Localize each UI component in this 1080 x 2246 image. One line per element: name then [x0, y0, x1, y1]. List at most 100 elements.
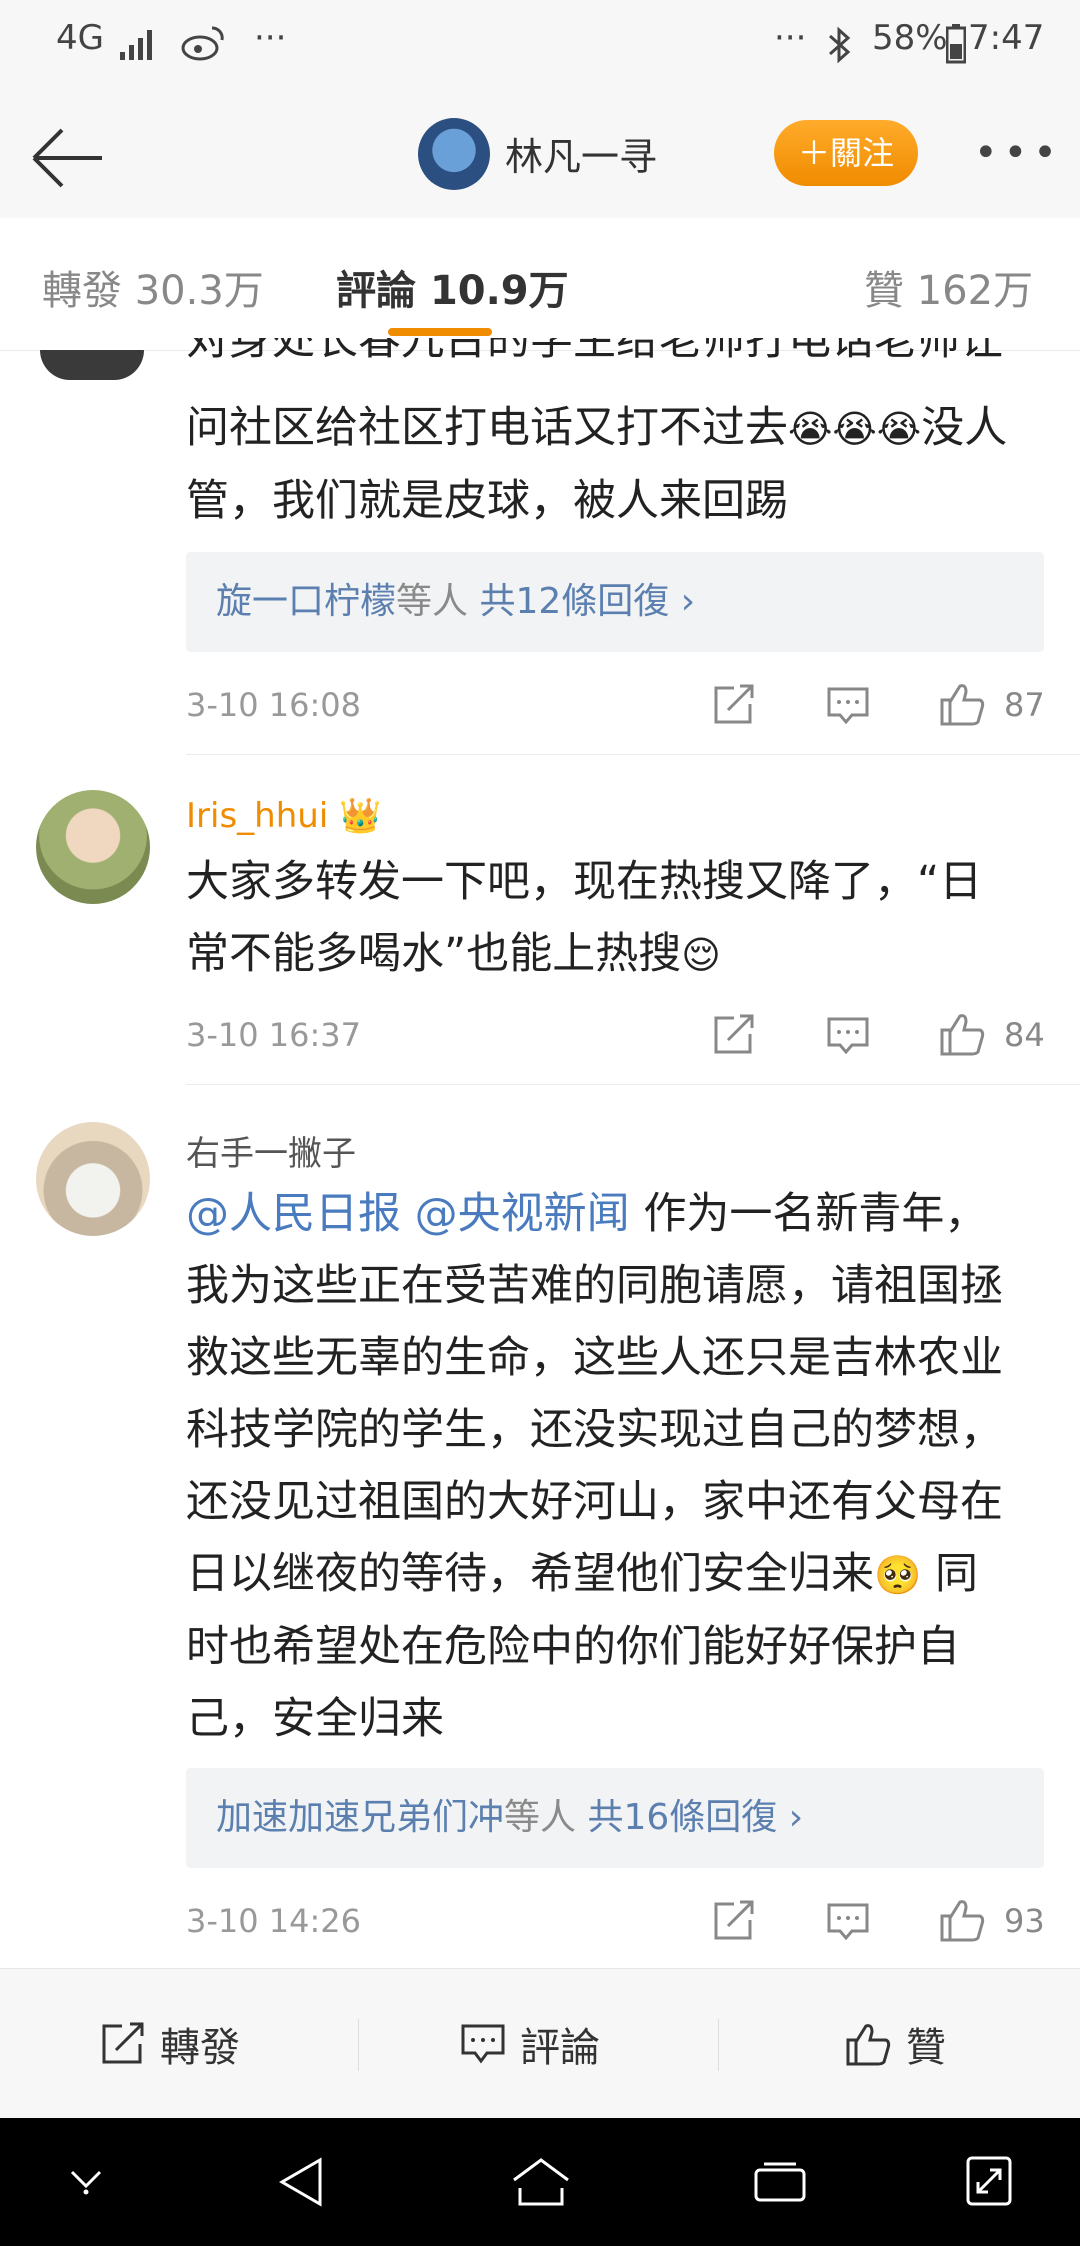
tab-likes[interactable]: 贊 162万: [864, 258, 1033, 316]
timestamp: 3-10 16:08: [186, 686, 362, 724]
tab-repost[interactable]: 轉發 30.3万: [42, 258, 264, 316]
author-name[interactable]: 林凡一寻: [505, 126, 657, 181]
repost-label: 轉發: [160, 2025, 240, 2071]
comment-line: 时也希望处在危险中的你们能好好保护自: [186, 1622, 960, 1672]
comment-button[interactable]: 評論: [460, 2015, 600, 2073]
tab-repost-count: 30.3万: [134, 268, 264, 314]
status-more-left: ···: [254, 18, 287, 58]
comment-1-text: 问社区给社区打电话又打不过去😭😭😭没人 管，我们就是皮球，被人来回踢: [186, 392, 1046, 537]
username[interactable]: 右手一撇子: [186, 1126, 356, 1175]
comment-line: 管，我们就是皮球，被人来回踢: [186, 476, 788, 526]
comment-line: 救这些无辜的生命，这些人还只是吉林农业: [186, 1333, 1003, 1383]
network-indicator: 4G: [56, 18, 104, 58]
like-button[interactable]: 贊: [844, 2015, 946, 2073]
tab-comments-label: 評論: [336, 268, 416, 314]
tab-comments-count: 10.9万: [429, 268, 569, 314]
reply-names: 旋一口柠檬: [216, 581, 397, 622]
comment-1-cut: 对身处长春九台的学生给老师打电话老师让: [186, 338, 1046, 376]
comment-line-part: 作为一名新青年，: [629, 1189, 988, 1239]
bluetooth-icon: [829, 26, 851, 64]
comment-2-text: 大家多转发一下吧，现在热搜又降了，“日 常不能多喝水”也能上热搜😌: [186, 846, 1046, 991]
back-arrow-icon[interactable]: [26, 118, 106, 198]
comment-line: 常不能多喝水”也能上热搜😌: [186, 918, 1046, 991]
worried-emoji-icon: 🥺: [874, 1553, 922, 1597]
comment-icon[interactable]: [826, 686, 870, 726]
comment-icon[interactable]: [826, 1902, 870, 1942]
back-triangle-icon[interactable]: [276, 2156, 326, 2208]
signal-icon: [120, 30, 152, 60]
divider: [186, 1084, 1080, 1085]
comment-icon[interactable]: [826, 1016, 870, 1056]
like-count: 87: [1004, 686, 1045, 724]
comment-line-part: 没人: [921, 403, 1008, 453]
active-tab-indicator: [388, 328, 492, 336]
clock: 7:47: [968, 18, 1045, 58]
crying-emoji-icon: 😭😭😭: [788, 407, 922, 451]
comment-2-author[interactable]: Iris_hhui 👑: [186, 796, 381, 836]
divider: [358, 2019, 359, 2071]
mention-link[interactable]: @人民日报: [186, 1189, 401, 1239]
comment-icon: [461, 2024, 505, 2064]
system-nav-bar: [0, 2118, 1080, 2246]
like-count: 93: [1004, 1902, 1045, 1940]
smirk-emoji-icon: 😌: [681, 933, 721, 977]
author-avatar[interactable]: [418, 118, 490, 190]
comment-line: 还没见过祖国的大好河山，家中还有父母在: [186, 1477, 1003, 1527]
status-bar: 4G ··· ··· 58% 7:47: [0, 0, 1080, 92]
divider: [186, 754, 1080, 755]
comment-line: 己，安全归来: [186, 1694, 444, 1744]
bottom-action-bar: 轉發 評論 贊: [0, 1968, 1080, 2119]
avatar[interactable]: [40, 350, 144, 380]
tab-repost-label: 轉發: [42, 268, 122, 314]
hide-keyboard-icon[interactable]: [66, 2166, 106, 2196]
comment-line: 大家多转发一下吧，现在热搜又降了，“日: [186, 857, 983, 907]
weibo-icon: [181, 26, 224, 61]
expand-icon[interactable]: [964, 2154, 1014, 2208]
replies-box[interactable]: 加速加速兄弟们冲等人 共16條回復 ›: [186, 1768, 1044, 1868]
replies-box[interactable]: 旋一口柠檬等人 共12條回復 ›: [186, 552, 1044, 652]
battery-percent: 58%: [872, 18, 948, 58]
timestamp: 3-10 14:26: [186, 1902, 362, 1940]
repost-icon[interactable]: [712, 684, 756, 726]
tab-likes-count: 162万: [916, 268, 1034, 314]
tab-bar: 轉發 30.3万 評論 10.9万 贊 162万: [0, 218, 1080, 351]
tab-likes-label: 贊: [864, 268, 904, 314]
comment-1-cut-line: 对身处长春九台的学生给老师打电话老师让: [186, 338, 1003, 365]
like-label: 贊: [906, 2025, 946, 2071]
top-header: 林凡一寻 ＋關注 •••: [0, 92, 1080, 219]
crown-badge-icon: 👑: [339, 796, 382, 836]
repost-icon[interactable]: [712, 1900, 756, 1942]
reply-count: 共12條回復 ›: [479, 581, 696, 622]
like-count: 84: [1004, 1016, 1045, 1054]
mention-link[interactable]: @央视新闻: [415, 1189, 630, 1239]
comment-line: @人民日报 @央视新闻 作为一名新青年，: [186, 1178, 1046, 1250]
tab-comments[interactable]: 評論 10.9万: [336, 258, 569, 316]
timestamp: 3-10 16:37: [186, 1016, 362, 1054]
divider: [718, 2019, 719, 2071]
comment-line: 科技学院的学生，还没实现过自己的梦想，: [186, 1405, 1003, 1455]
like-icon: [846, 2024, 891, 2066]
avatar[interactable]: [36, 790, 150, 904]
comment-line: 问社区给社区打电话又打不过去😭😭😭没人: [186, 392, 1046, 465]
avatar[interactable]: [36, 1122, 150, 1236]
reply-count: 共16條回復 ›: [587, 1797, 804, 1838]
like-icon[interactable]: [938, 1010, 986, 1058]
home-icon[interactable]: [510, 2156, 572, 2208]
like-icon[interactable]: [938, 680, 986, 728]
like-icon[interactable]: [938, 1896, 986, 1944]
comment-3-text: @人民日报 @央视新闻 作为一名新青年， 我为这些正在受苦难的同胞请愿，请祖国拯…: [186, 1178, 1046, 1755]
repost-icon[interactable]: [712, 1014, 756, 1056]
comment-line: 我为这些正在受苦难的同胞请愿，请祖国拯: [186, 1261, 1003, 1311]
recent-apps-icon[interactable]: [752, 2160, 808, 2206]
repost-button[interactable]: 轉發: [100, 2015, 240, 2073]
reply-suffix: 等人: [396, 581, 469, 622]
comment-line-part: 常不能多喝水”也能上热搜: [186, 929, 682, 979]
status-more-right: ···: [774, 18, 807, 58]
battery-icon: [946, 24, 966, 64]
reply-suffix: 等人: [504, 1797, 577, 1838]
follow-button[interactable]: ＋關注: [774, 120, 918, 186]
comment-line-part: 同: [921, 1549, 978, 1599]
comment-line: 日以继夜的等待，希望他们安全归来🥺 同: [186, 1538, 1046, 1611]
more-options-icon[interactable]: •••: [974, 130, 1063, 176]
reply-names: 加速加速兄弟们冲: [216, 1797, 505, 1838]
